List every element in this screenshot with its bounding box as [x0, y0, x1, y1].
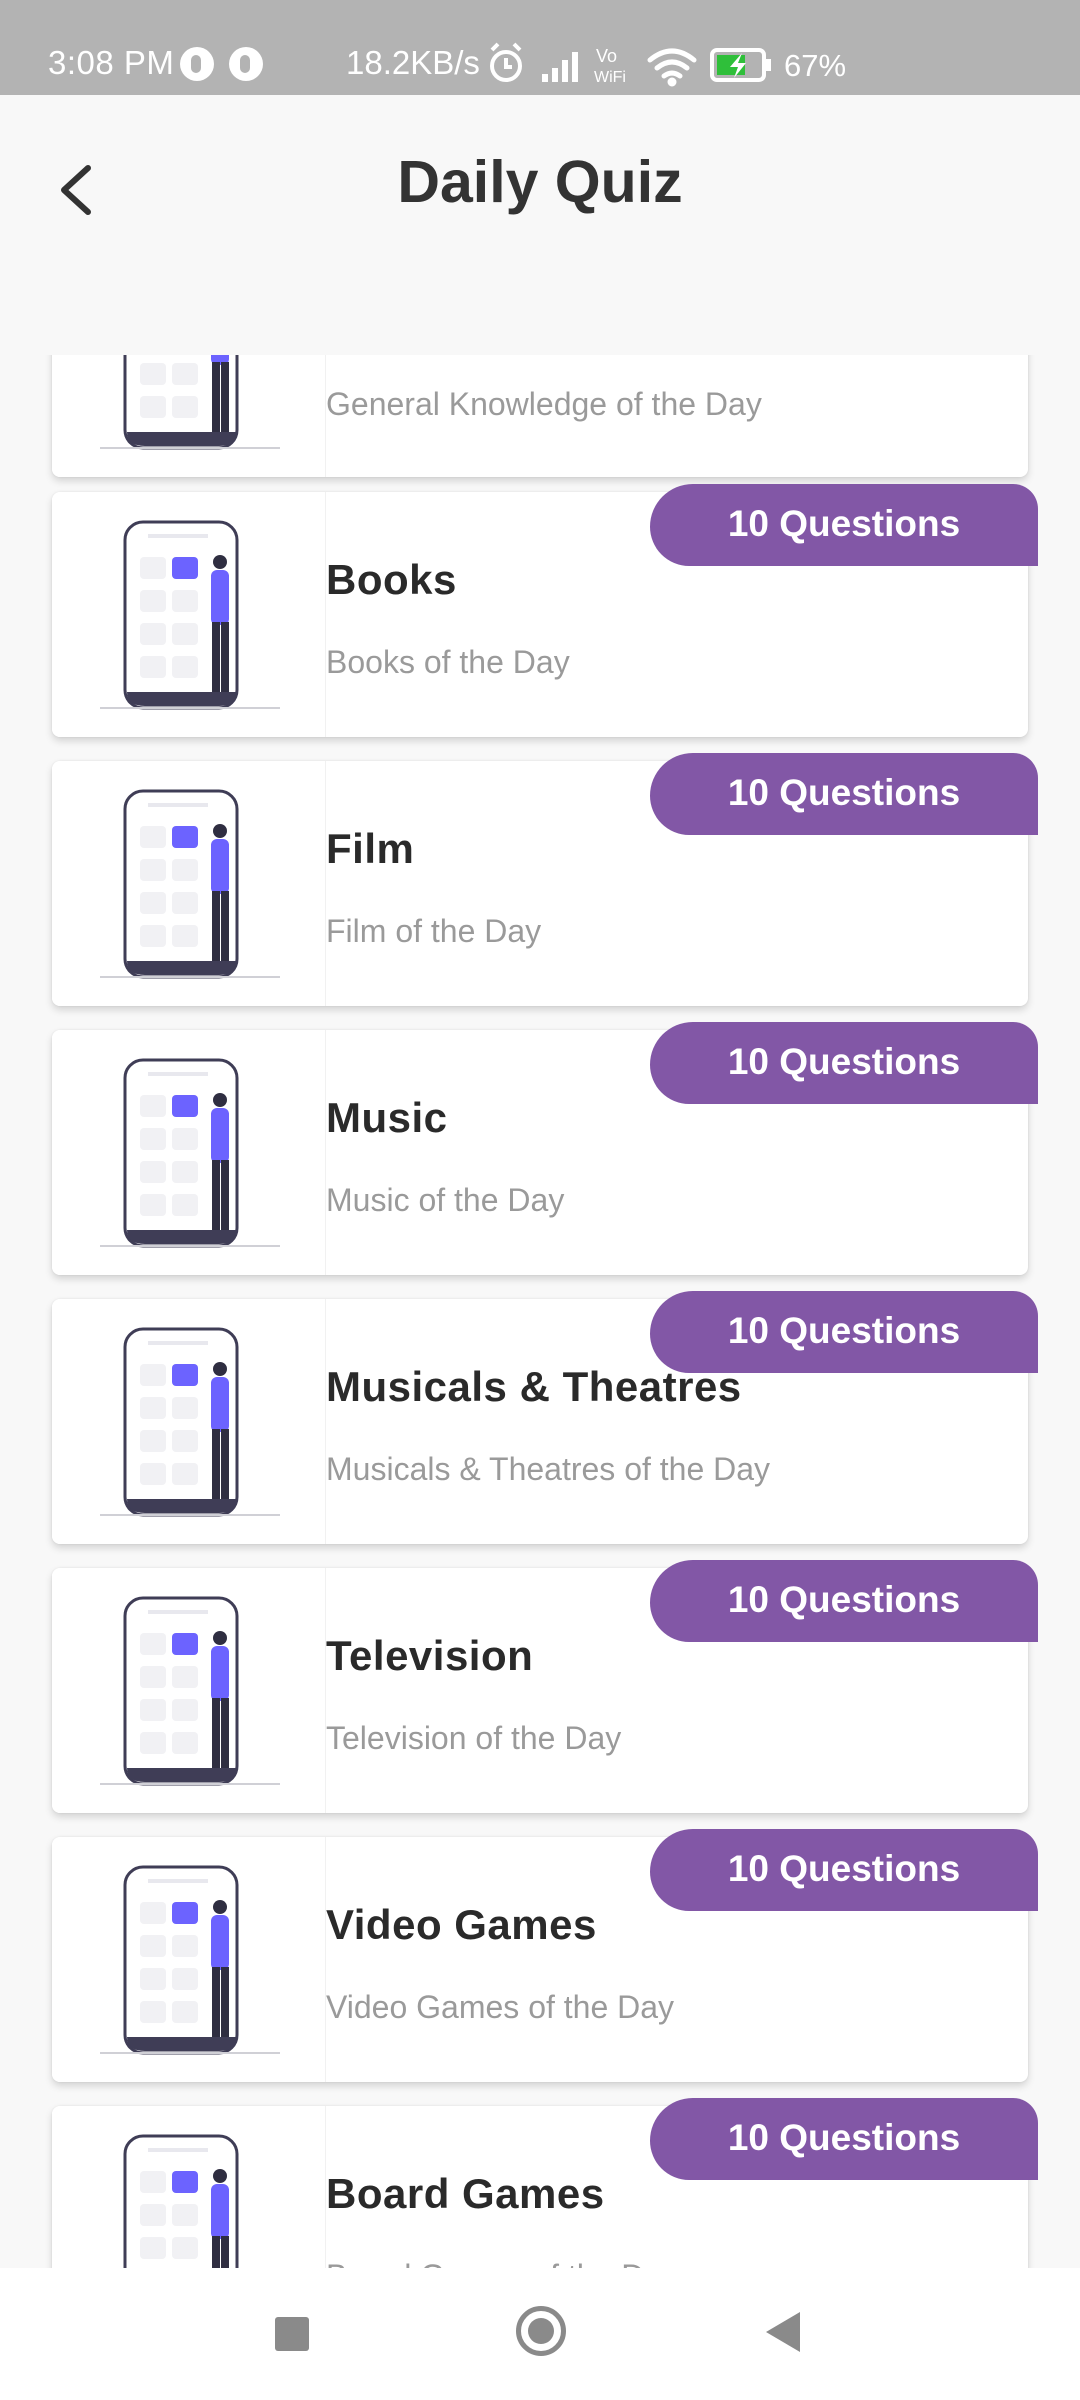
home-circle-icon[interactable] — [516, 2306, 566, 2356]
recents-square-icon[interactable] — [275, 2317, 309, 2351]
quiz-card-film[interactable]: 10 Questions Film Film of the Day — [52, 753, 1038, 1006]
quiz-subtitle: Board Games of the Day — [326, 2258, 678, 2268]
quiz-subtitle: Books of the Day — [326, 644, 570, 680]
quiz-illustration — [52, 492, 326, 737]
quiz-title: Film — [326, 825, 415, 872]
back-triangle-icon[interactable] — [766, 2312, 800, 2352]
quiz-illustration — [52, 355, 326, 477]
app-header: Daily Quiz — [0, 95, 1080, 355]
quiz-title: Video Games — [326, 1901, 597, 1948]
status-time: 3:08 PM — [48, 44, 175, 81]
question-count-badge: 10 Questions — [650, 484, 1038, 566]
phone-person-illustration-icon — [100, 1865, 280, 2055]
question-count-badge: 10 Questions — [650, 2098, 1038, 2180]
alarm-icon — [490, 42, 522, 82]
quiz-illustration — [52, 1299, 326, 1544]
quiz-card-video-games[interactable]: 10 Questions Video Games Video Games of … — [52, 1829, 1038, 2082]
quiz-card-musicals-theatres[interactable]: 10 Questions Musicals & Theatres Musical… — [52, 1291, 1038, 1544]
quiz-subtitle: Musicals & Theatres of the Day — [326, 1451, 771, 1487]
quiz-illustration — [52, 761, 326, 1006]
quiz-title: Board Games — [326, 2170, 605, 2217]
phone-person-illustration-icon — [100, 1327, 280, 1517]
quiz-list[interactable]: General Knowledge of the Day 10 Question… — [0, 355, 1080, 2268]
phone-person-illustration-icon — [100, 789, 280, 979]
notification-icon — [180, 47, 214, 81]
phone-person-illustration-icon — [123, 2134, 239, 2268]
quiz-subtitle: General Knowledge of the Day — [326, 386, 762, 422]
quiz-card-general-knowledge[interactable]: General Knowledge of the Day — [52, 355, 1028, 477]
network-speed: 18.2KB/s — [346, 44, 480, 81]
quiz-illustration — [52, 1837, 326, 2082]
status-bar: 3:08 PM 18.2KB/s Vo WiFi 67% — [0, 0, 1080, 95]
quiz-card-board-games[interactable]: 10 Questions Board Games Board Games of … — [52, 2098, 1038, 2268]
quiz-title: Television — [326, 1632, 534, 1679]
svg-text:WiFi: WiFi — [594, 69, 626, 86]
quiz-illustration — [52, 2106, 326, 2268]
question-count-badge: 10 Questions — [650, 1291, 1038, 1373]
battery-charging-icon — [710, 48, 771, 82]
quiz-card-television[interactable]: 10 Questions Television Television of th… — [52, 1560, 1038, 1813]
quiz-card-books[interactable]: 10 Questions Books Books of the Day — [52, 484, 1038, 737]
question-count-badge: 10 Questions — [650, 1022, 1038, 1104]
quiz-illustration — [52, 1568, 326, 1813]
system-nav-bar — [0, 2268, 1080, 2400]
phone-person-illustration-icon — [100, 1596, 280, 1786]
quiz-subtitle: Television of the Day — [326, 1720, 622, 1756]
question-count-badge: 10 Questions — [650, 1560, 1038, 1642]
notification-icon — [229, 47, 263, 81]
page-title: Daily Quiz — [397, 149, 683, 215]
quiz-illustration — [52, 1030, 326, 1275]
battery-percent: 67% — [784, 48, 847, 83]
signal-icon — [542, 52, 578, 82]
phone-person-illustration-icon — [100, 355, 280, 450]
question-count-badge: 10 Questions — [650, 753, 1038, 835]
quiz-subtitle: Video Games of the Day — [326, 1989, 675, 2025]
quiz-subtitle: Film of the Day — [326, 913, 542, 949]
quiz-title: Musicals & Theatres — [326, 1363, 742, 1410]
phone-person-illustration-icon — [100, 1058, 280, 1248]
quiz-subtitle: Music of the Day — [326, 1182, 565, 1218]
phone-person-illustration-icon — [100, 520, 280, 710]
wifi-icon — [647, 48, 697, 87]
quiz-card-music[interactable]: 10 Questions Music Music of the Day — [52, 1022, 1038, 1275]
vowifi-icon: Vo — [596, 46, 617, 66]
quiz-title: Books — [326, 556, 457, 603]
quiz-title: Music — [326, 1094, 448, 1141]
question-count-badge: 10 Questions — [650, 1829, 1038, 1911]
